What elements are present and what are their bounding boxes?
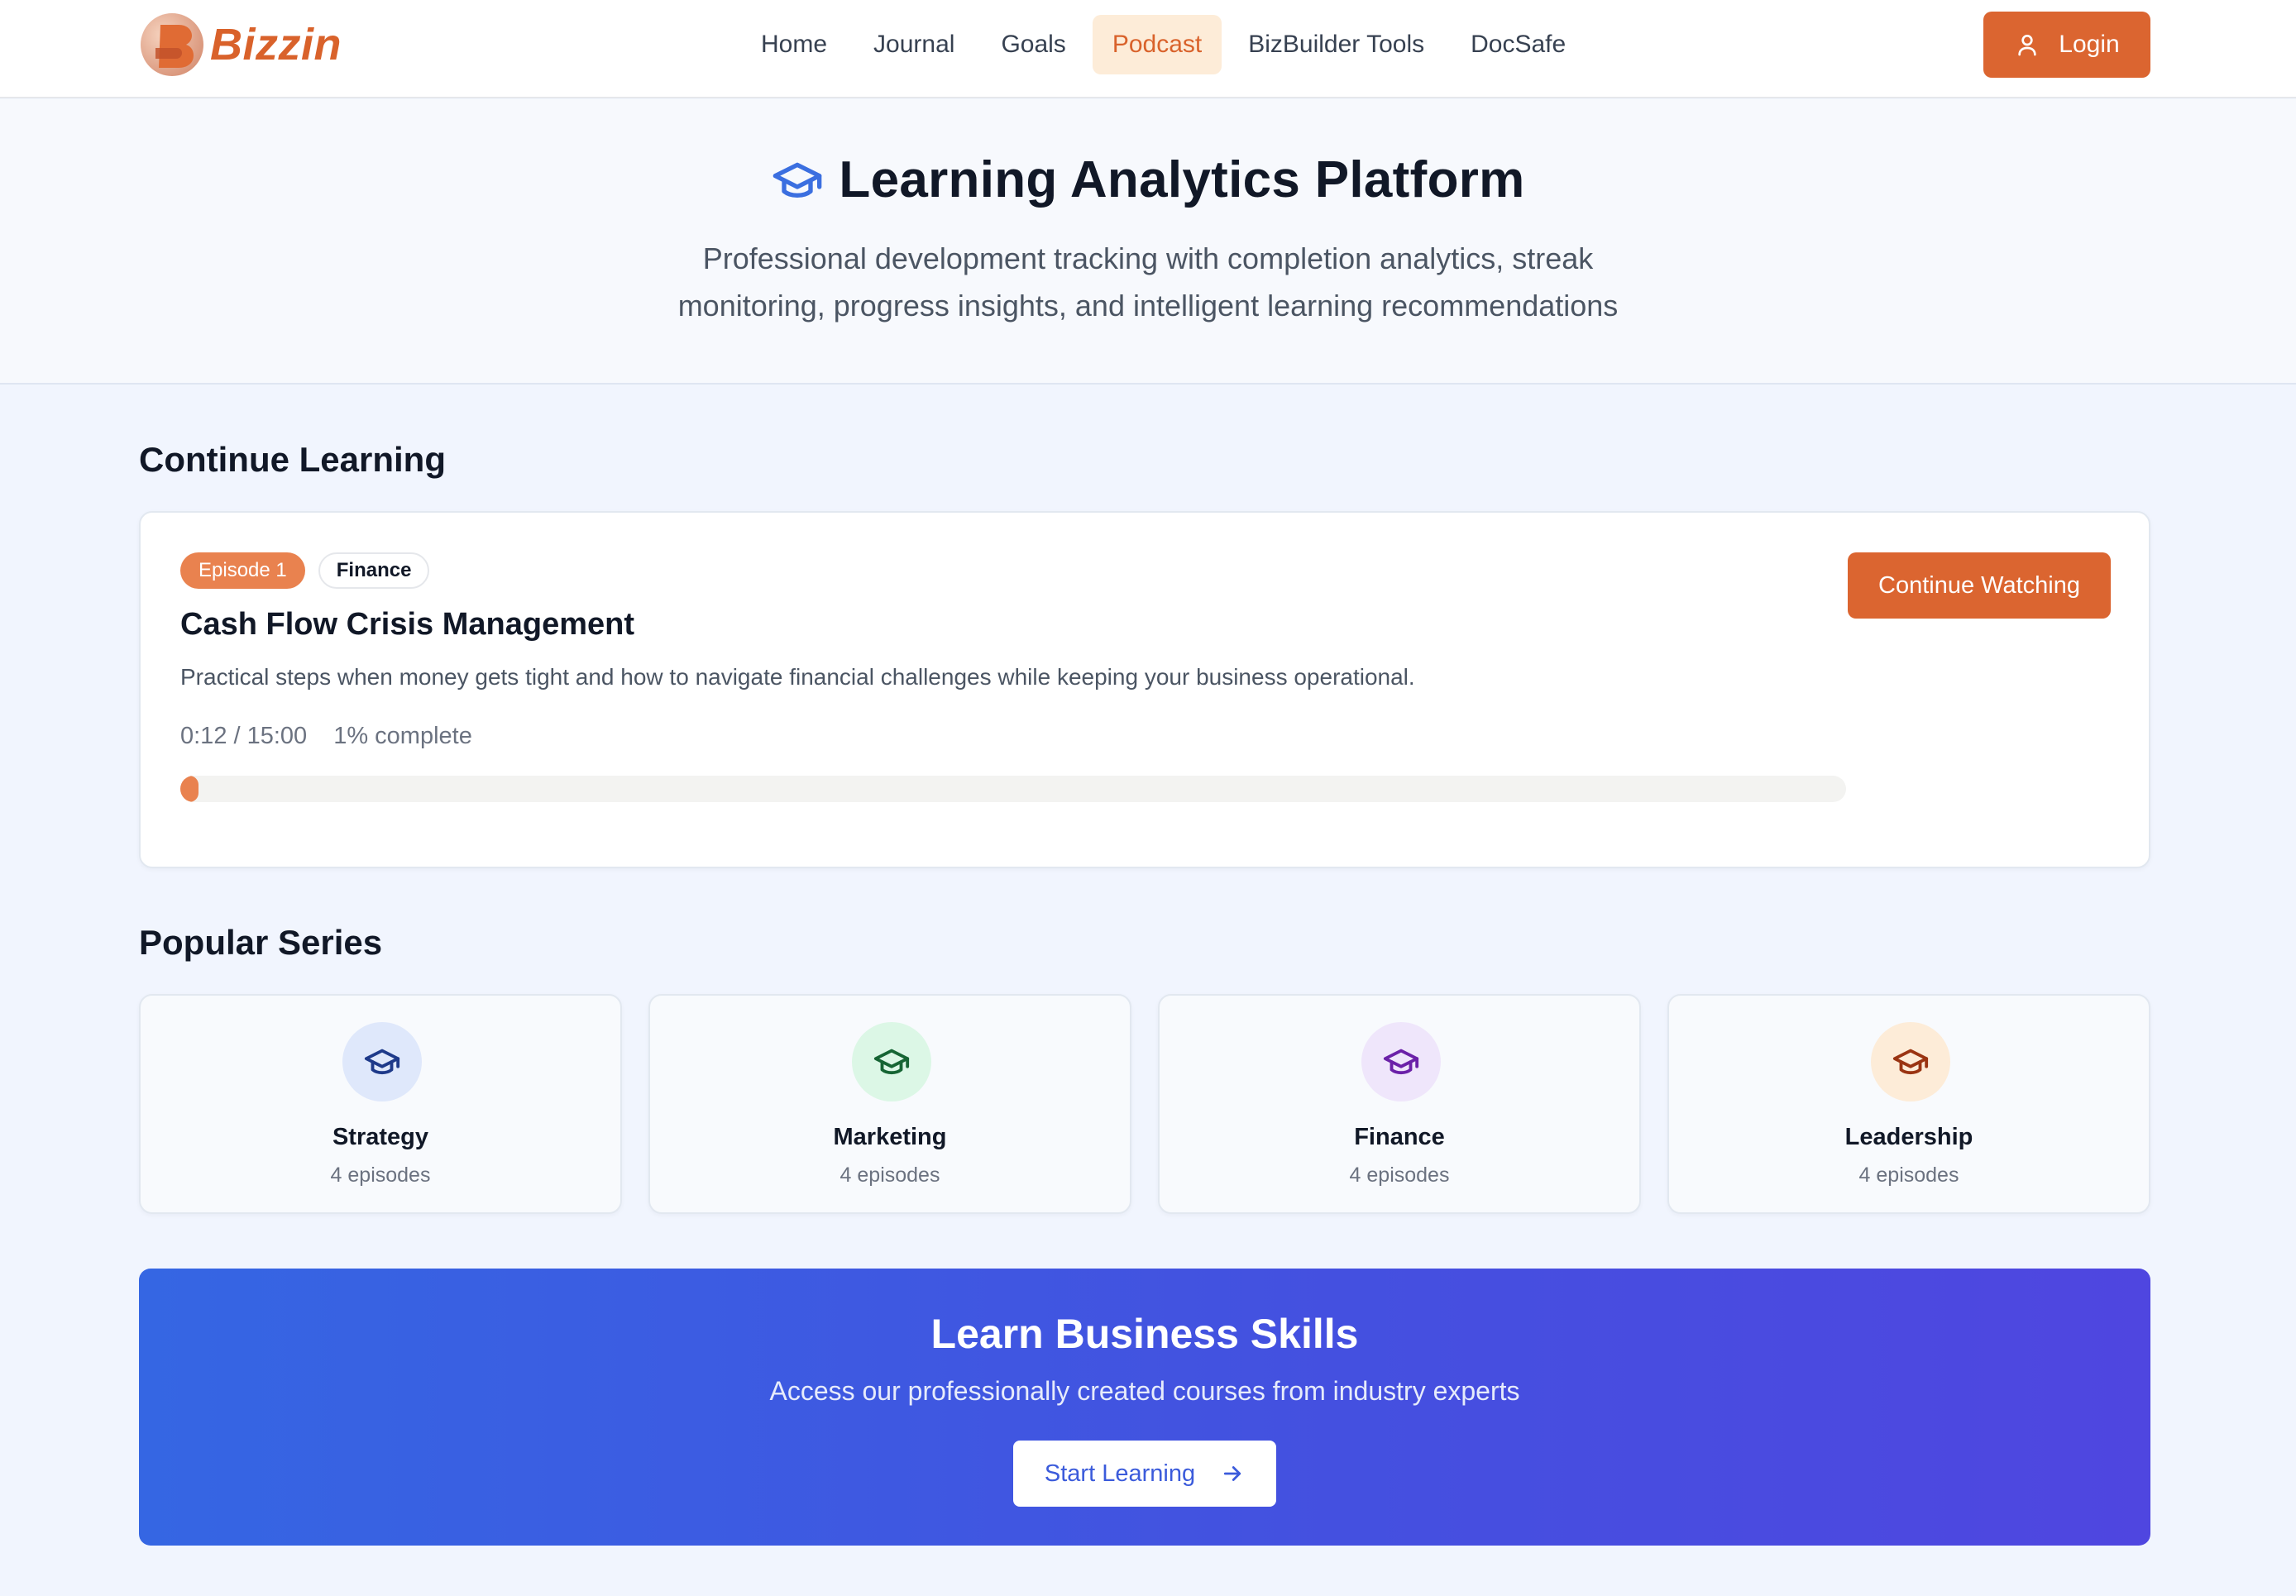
- subtitle-line-2: monitoring, progress insights, and intel…: [677, 289, 1619, 323]
- episode-title: Cash Flow Crisis Management: [180, 607, 635, 642]
- series-card-finance[interactable]: Finance 4 episodes: [1158, 994, 1641, 1214]
- graduation-cap-icon: [773, 162, 822, 198]
- series-card-marketing[interactable]: Marketing 4 episodes: [648, 994, 1131, 1214]
- series-icon-container: [852, 1022, 931, 1101]
- brand-name: Bizzin: [210, 20, 342, 69]
- episode-time: 0:12 / 15:00: [180, 723, 308, 749]
- nav-item-home[interactable]: Home: [741, 15, 847, 74]
- graduation-cap-icon: [873, 1049, 910, 1075]
- login-label: Login: [2059, 31, 2120, 58]
- hero-section: Learning Analytics Platform Professional…: [0, 99, 2296, 385]
- start-learning-button[interactable]: Start Learning: [1013, 1441, 1276, 1507]
- main-nav: Home Journal Goals Podcast BizBuilder To…: [741, 15, 1586, 74]
- series-icon-container: [342, 1022, 422, 1101]
- episode-progress-fill: [180, 776, 199, 802]
- series-icon-container: [1871, 1022, 1950, 1101]
- user-icon: [2018, 35, 2036, 56]
- series-name: Leadership: [1844, 1124, 1973, 1150]
- episode-badges: Episode 1 Finance: [180, 552, 430, 589]
- series-name: Strategy: [332, 1124, 429, 1150]
- nav-item-docsafe[interactable]: DocSafe: [1451, 15, 1586, 74]
- continue-learning-heading: Continue Learning: [139, 440, 446, 479]
- nav-item-journal[interactable]: Journal: [854, 15, 974, 74]
- continue-watching-button[interactable]: Continue Watching: [1848, 552, 2111, 619]
- login-button[interactable]: Login: [1983, 12, 2150, 78]
- popular-series-list: Strategy 4 episodes Marketing 4 episodes…: [139, 994, 2150, 1214]
- graduation-cap-icon: [1892, 1049, 1929, 1075]
- nav-item-goals[interactable]: Goals: [981, 15, 1085, 74]
- episode-description: Practical steps when money gets tight an…: [180, 664, 1415, 690]
- series-icon-container: [1361, 1022, 1441, 1101]
- series-episode-count: 4 episodes: [330, 1164, 431, 1187]
- series-card-leadership[interactable]: Leadership 4 episodes: [1667, 994, 2150, 1214]
- series-card-strategy[interactable]: Strategy 4 episodes: [139, 994, 622, 1214]
- nav-item-podcast[interactable]: Podcast: [1092, 15, 1222, 74]
- start-learning-label: Start Learning: [1044, 1460, 1196, 1487]
- series-name: Finance: [1354, 1124, 1445, 1150]
- subtitle-line-1: Professional development tracking with c…: [702, 241, 1594, 275]
- graduation-cap-icon: [364, 1049, 400, 1075]
- cta-banner: Learn Business Skills Access our profess…: [139, 1269, 2150, 1546]
- episode-badge: Episode 1: [180, 552, 305, 589]
- arrow-right-icon: [1223, 1466, 1241, 1481]
- episode-complete-percent: 1% complete: [333, 723, 472, 749]
- episode-progress-bar: [180, 776, 1846, 802]
- continue-learning-card: Episode 1 Finance Cash Flow Crisis Manag…: [139, 511, 2150, 868]
- page-title: Learning Analytics Platform: [839, 151, 1525, 208]
- graduation-cap-icon: [1383, 1049, 1419, 1075]
- series-episode-count: 4 episodes: [839, 1164, 940, 1187]
- cta-title: Learn Business Skills: [930, 1311, 1359, 1357]
- episode-progress-text: 0:12 / 15:00 1% complete: [180, 723, 472, 750]
- series-name: Marketing: [833, 1124, 947, 1150]
- nav-item-bizbuilder-tools[interactable]: BizBuilder Tools: [1228, 15, 1444, 74]
- popular-series-heading: Popular Series: [139, 923, 383, 962]
- series-episode-count: 4 episodes: [1349, 1164, 1450, 1187]
- series-episode-count: 4 episodes: [1858, 1164, 1959, 1187]
- page-subtitle: Professional development tracking with c…: [610, 235, 1686, 329]
- category-badge: Finance: [318, 552, 430, 589]
- bizzin-logo-icon: [141, 13, 203, 76]
- cta-subtitle: Access our professionally created course…: [769, 1376, 1520, 1406]
- top-navbar: Bizzin Home Journal Goals Podcast BizBui…: [0, 0, 2296, 98]
- hero-title-row: Learning Analytics Platform: [0, 151, 2296, 209]
- brand-logo[interactable]: Bizzin: [139, 12, 342, 78]
